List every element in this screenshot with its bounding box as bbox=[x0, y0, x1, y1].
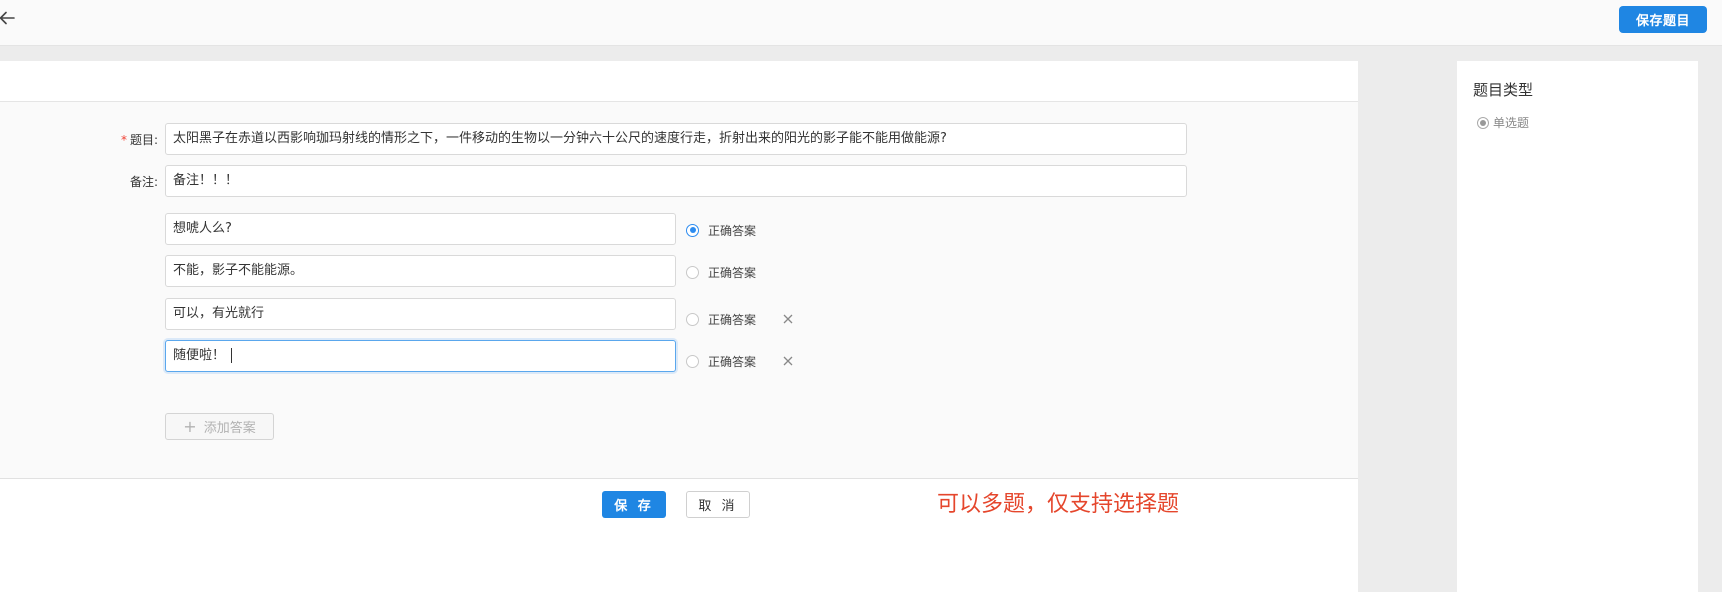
correct-answer-radio-3[interactable]: 正确答案 bbox=[686, 311, 756, 327]
answer-input-3[interactable]: 可以，有光就行 bbox=[165, 298, 676, 330]
cancel-button[interactable]: 取 消 bbox=[686, 491, 750, 518]
text-caret bbox=[231, 348, 233, 363]
close-icon[interactable] bbox=[782, 355, 794, 367]
answer-text: 随便啦！ bbox=[173, 348, 226, 363]
radio-checked[interactable] bbox=[1477, 116, 1489, 129]
single-choice-label: 单选题 bbox=[1493, 116, 1530, 130]
radio-checked[interactable] bbox=[686, 223, 699, 237]
radio-unchecked[interactable] bbox=[686, 354, 699, 368]
radio-unchecked[interactable] bbox=[686, 265, 699, 279]
question-editor-card: * 题目: 太阳黑子在赤道以西影响珈玛射线的情形之下，一件移动的生物以一分钟六十公… bbox=[0, 61, 1358, 592]
add-answer-label: 添加答案 bbox=[203, 421, 256, 436]
remark-label: 备注: bbox=[129, 175, 158, 189]
add-answer-button[interactable]: + 添加答案 bbox=[165, 413, 274, 440]
correct-answer-radio-4[interactable]: 正确答案 bbox=[686, 353, 756, 369]
question-label: * 题目: bbox=[120, 133, 158, 147]
required-star: * bbox=[120, 133, 127, 147]
annotation-text: 可以多题，仅支持选择题 bbox=[937, 492, 1180, 517]
save-question-button[interactable]: 保存题目 bbox=[1619, 6, 1707, 33]
answer-input-1[interactable]: 想唬人么? bbox=[165, 213, 676, 245]
correct-answer-label: 正确答案 bbox=[708, 312, 757, 327]
question-form: * 题目: 太阳黑子在赤道以西影响珈玛射线的情形之下，一件移动的生物以一分钟六十公… bbox=[0, 102, 1358, 518]
arrow-left-icon[interactable] bbox=[0, 9, 16, 27]
plus-icon: + bbox=[183, 417, 197, 436]
question-type-title: 题目类型 bbox=[1473, 81, 1534, 99]
top-bar: 保存题目 bbox=[0, 0, 1722, 46]
radio-unchecked[interactable] bbox=[686, 312, 699, 326]
correct-answer-radio-1[interactable]: 正确答案 bbox=[686, 222, 756, 238]
single-choice-option[interactable]: 单选题 bbox=[1477, 114, 1529, 131]
answer-input-4[interactable]: 随便啦！ bbox=[165, 340, 676, 372]
save-button[interactable]: 保 存 bbox=[602, 491, 666, 518]
close-icon[interactable] bbox=[782, 313, 794, 325]
correct-answer-label: 正确答案 bbox=[708, 354, 757, 369]
correct-answer-label: 正确答案 bbox=[708, 265, 757, 280]
answer-input-2[interactable]: 不能，影子不能能源。 bbox=[165, 255, 676, 287]
remark-input[interactable]: 备注！！！ bbox=[165, 165, 1187, 197]
correct-answer-label: 正确答案 bbox=[708, 223, 757, 238]
card-header bbox=[0, 61, 1358, 102]
question-type-panel: 题目类型 单选题 bbox=[1457, 61, 1698, 592]
correct-answer-radio-2[interactable]: 正确答案 bbox=[686, 264, 756, 280]
question-input[interactable]: 太阳黑子在赤道以西影响珈玛射线的情形之下，一件移动的生物以一分钟六十公尺的速度行… bbox=[165, 123, 1187, 155]
